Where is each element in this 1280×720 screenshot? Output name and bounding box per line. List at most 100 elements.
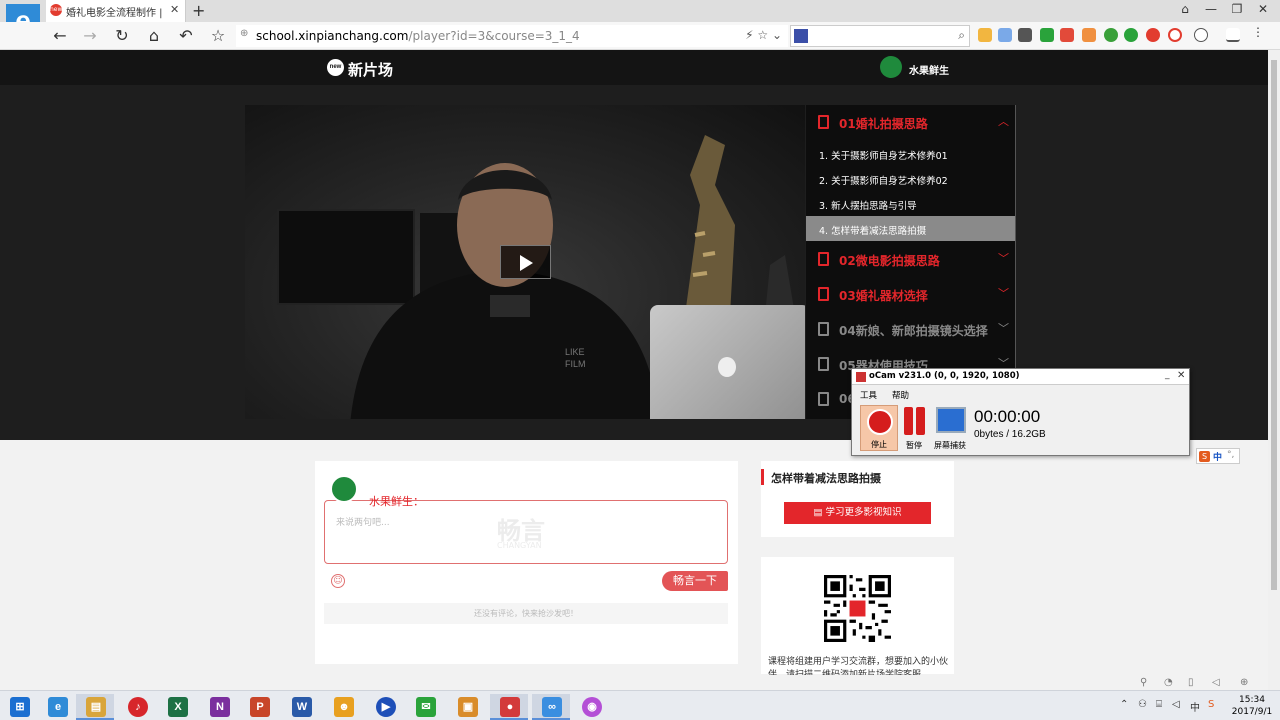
extension-icon[interactable]	[1082, 28, 1096, 42]
extension-icon[interactable]	[1168, 28, 1182, 42]
extension-icon[interactable]	[1124, 28, 1138, 42]
page-scrollbar[interactable]	[1268, 50, 1280, 690]
emoji-icon[interactable]: ☺	[331, 574, 345, 588]
taskbar-app-ocam[interactable]: ●	[490, 694, 528, 720]
taskbar-app-excel[interactable]: X	[158, 694, 196, 720]
tab-close-icon[interactable]: ✕	[170, 3, 179, 16]
status-icon[interactable]: ◔	[1164, 677, 1173, 688]
clock[interactable]: 15:34 2017/9/1	[1228, 694, 1276, 718]
address-bar-icons[interactable]: ⚡ ☆ ⌄	[745, 28, 782, 42]
chapter-item[interactable]: 01婚礼拍摄思路 ︿	[806, 105, 1016, 140]
taskbar-app-ie[interactable]: e	[38, 694, 76, 720]
extension-icon[interactable]	[1018, 28, 1032, 42]
address-url: school.xinpianchang.com/player?id=3&cour…	[256, 29, 580, 43]
ime-indicator[interactable]: 中	[1190, 699, 1200, 714]
chevron-down-icon[interactable]: ﹀	[998, 250, 1009, 266]
onenote-icon: N	[210, 697, 230, 717]
people-icon[interactable]: ⚇	[1138, 699, 1147, 710]
taskbar-app-pet[interactable]: ☻	[324, 694, 362, 720]
lesson-item[interactable]: 3. 新人摆拍思路与引导	[806, 191, 1016, 216]
close-window-button[interactable]: ✕	[1250, 2, 1276, 16]
extension-icon[interactable]	[998, 28, 1012, 42]
chapter-item[interactable]: 02微电影拍摄思路 ﹀	[806, 242, 1016, 277]
zoom-icon[interactable]: ⊕	[1240, 677, 1248, 688]
trash-icon[interactable]: ▯	[1188, 677, 1194, 688]
extension-icon[interactable]	[1104, 28, 1118, 42]
monitor-icon[interactable]	[936, 407, 966, 433]
chevron-down-icon[interactable]: ﹀	[998, 320, 1009, 336]
taskbar-app-wechat[interactable]: ✉	[406, 694, 444, 720]
wechat-extension-icon[interactable]	[1040, 28, 1054, 42]
minimize-button[interactable]: _	[1165, 370, 1170, 380]
learn-more-button[interactable]: ▤ 学习更多影视知识	[784, 502, 931, 524]
undo-close-icon[interactable]: ↶	[174, 26, 198, 45]
ocam-titlebar[interactable]: oCam v231.0 (0, 0, 1920, 1080) _ ✕	[852, 369, 1189, 385]
favorites-icon[interactable]: ☆	[206, 26, 230, 45]
avatar[interactable]	[880, 56, 902, 78]
taskbar-app-powerpoint[interactable]: P	[240, 694, 278, 720]
taskbar-app-word[interactable]: W	[282, 694, 320, 720]
taskbar-app-colors[interactable]: ◉	[572, 694, 610, 720]
clock-time: 15:34	[1239, 695, 1265, 705]
new-tab-button[interactable]: +	[192, 1, 205, 20]
chevron-down-icon[interactable]: ﹀	[998, 285, 1009, 301]
taskbar-app-explorer[interactable]: ▤	[76, 694, 114, 720]
back-icon[interactable]: ←	[48, 26, 72, 45]
network-icon[interactable]: ⌸	[1156, 699, 1162, 710]
restore-button[interactable]: ❐	[1224, 2, 1250, 16]
ime-mode[interactable]: 中	[1213, 450, 1222, 463]
stop-button[interactable]: 停止	[860, 405, 898, 451]
reading-mode-icon[interactable]: ⌂	[1172, 2, 1198, 16]
comment-submit-button[interactable]: 畅言一下	[662, 571, 728, 591]
site-logo-icon[interactable]: new	[327, 59, 344, 76]
pause-button[interactable]	[902, 407, 926, 435]
taskbar-app-package[interactable]: ▣	[448, 694, 486, 720]
home-icon[interactable]: ⌂	[142, 26, 166, 45]
lesson-item[interactable]: 2. 关于摄影师自身艺术修养02	[806, 166, 1016, 191]
chevron-up-icon[interactable]: ︿	[998, 113, 1009, 129]
search-engine-icon[interactable]	[794, 29, 808, 43]
volume-icon[interactable]: ◁	[1212, 677, 1220, 688]
lesson-item-active[interactable]: 4. 怎样带着减法思路拍摄	[806, 216, 1016, 241]
browser-tab[interactable]: new 婚礼电影全流程制作 | 新片 ✕	[46, 0, 186, 22]
extension-icon[interactable]	[978, 28, 992, 42]
menu-help[interactable]: 帮助	[892, 389, 909, 401]
refresh-icon[interactable]: ↻	[110, 26, 134, 45]
download-icon[interactable]	[1226, 28, 1240, 42]
taskbar-app-onenote[interactable]: N	[200, 694, 238, 720]
page-info-icon[interactable]: ⊕	[240, 28, 248, 39]
avatar	[330, 475, 358, 503]
taskbar-app-cloud[interactable]: ∞	[532, 694, 570, 720]
close-button[interactable]: ✕	[1177, 370, 1185, 381]
forward-icon[interactable]: →	[78, 26, 102, 45]
user-name[interactable]: 水果鲜生	[909, 62, 949, 77]
minimize-button[interactable]: —	[1198, 2, 1224, 16]
scrollbar-thumb[interactable]	[1271, 60, 1277, 590]
tray-icon[interactable]: ⌃	[1120, 699, 1128, 710]
ime-punctuation[interactable]: °,	[1227, 450, 1234, 460]
ocam-app-icon	[856, 372, 866, 382]
comment-input[interactable]: 来说两句吧... 畅言 CHANGYAN	[324, 500, 728, 564]
lesson-item[interactable]: 1. 关于摄影师自身艺术修养01	[806, 141, 1016, 166]
menu-tools[interactable]: 工具	[860, 389, 877, 401]
pause-label: 暂停	[906, 441, 922, 450]
search-box[interactable]: ⌕	[790, 25, 970, 47]
play-button[interactable]	[500, 245, 551, 279]
record-timer: 00:00:00	[974, 407, 1041, 426]
site-logo-text[interactable]: 新片场	[348, 59, 393, 80]
search-icon[interactable]: ⌕	[958, 28, 965, 43]
cloud-icon[interactable]	[1194, 28, 1208, 42]
chapter-item[interactable]: 04新娘、新郎拍摄镜头选择 ﹀	[806, 312, 1016, 347]
ime-toolbar[interactable]: S 中 °,	[1196, 448, 1240, 464]
sogou-icon[interactable]: S	[1208, 699, 1214, 710]
chapter-item[interactable]: 03婚礼器材选择 ﹀	[806, 277, 1016, 312]
volume-icon[interactable]: ◁	[1172, 699, 1180, 710]
extension-icon[interactable]	[1060, 28, 1074, 42]
menu-icon[interactable]: ⋮	[1252, 25, 1266, 39]
status-icon[interactable]: ⚲	[1140, 677, 1147, 688]
extension-icon[interactable]	[1146, 28, 1160, 42]
taskbar-app-music[interactable]: ♪	[118, 694, 156, 720]
start-button[interactable]: ⊞	[0, 694, 38, 720]
address-bar[interactable]: ⊕ school.xinpianchang.com/player?id=3&co…	[236, 25, 788, 47]
taskbar-app-player[interactable]: ▶	[366, 694, 404, 720]
